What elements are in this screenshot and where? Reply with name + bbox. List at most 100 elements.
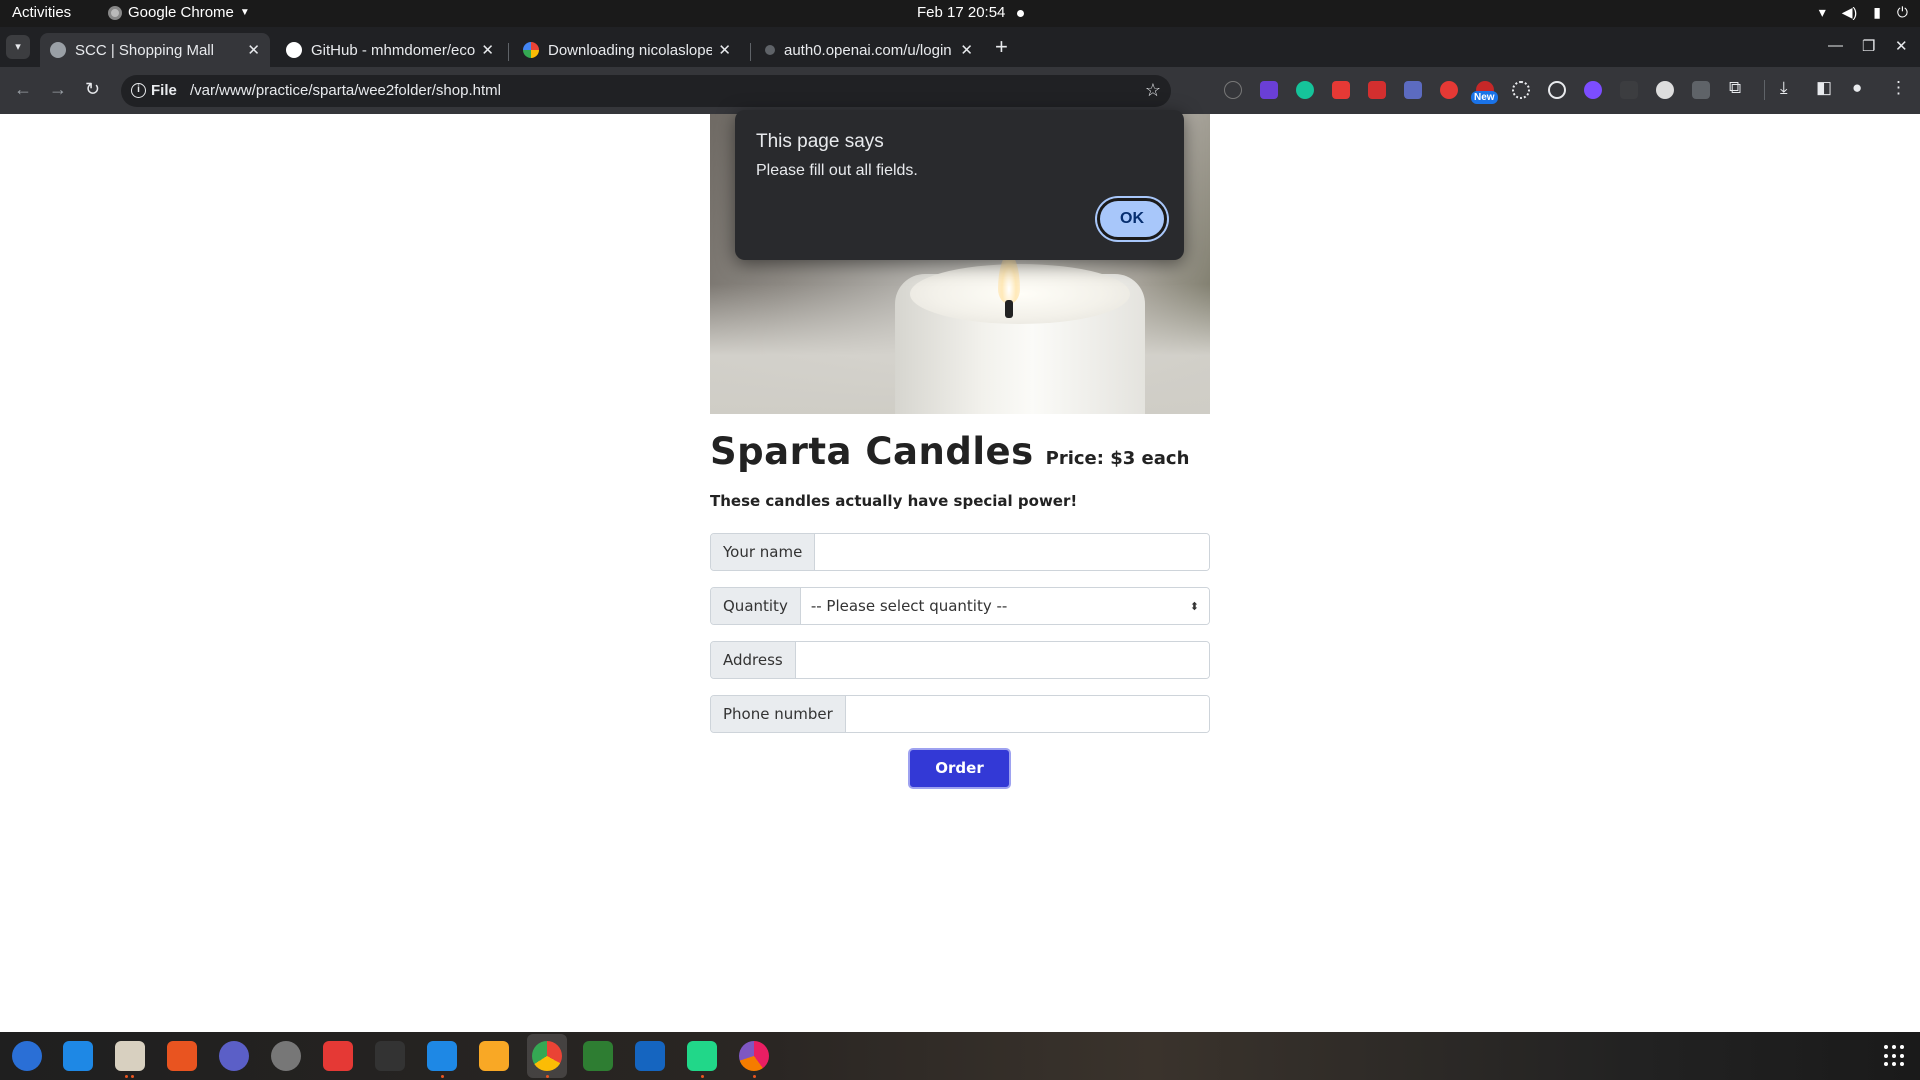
tab-strip: ▾ SCC | Shopping Mall ✕ GitHub - mhmdome…	[0, 27, 1920, 67]
vscode-icon[interactable]	[427, 1041, 457, 1071]
tab-title: SCC | Shopping Mall	[75, 41, 214, 59]
alert-ok-button[interactable]: OK	[1097, 198, 1167, 240]
name-label: Your name	[711, 534, 816, 570]
reload-icon[interactable]: ↻	[85, 79, 100, 100]
teams-icon[interactable]	[219, 1041, 249, 1071]
dbeaver-icon[interactable]	[479, 1041, 509, 1071]
address-field-group: Address	[710, 641, 1210, 679]
tab-auth0[interactable]: auth0.openai.com/u/login ✕	[755, 33, 983, 67]
terminal-icon[interactable]	[375, 1041, 405, 1071]
extension-percent-icon[interactable]	[1368, 81, 1386, 99]
info-icon[interactable]: i	[131, 83, 146, 98]
quantity-label: Quantity	[711, 588, 801, 624]
alert-message: Please fill out all fields.	[756, 162, 918, 179]
thunderbird-icon[interactable]	[12, 1041, 42, 1071]
extension-screen-icon[interactable]	[1404, 81, 1422, 99]
tab-search-button[interactable]: ▾	[6, 35, 30, 59]
close-tab-icon[interactable]: ✕	[960, 41, 973, 59]
pycharm-icon[interactable]	[687, 1041, 717, 1071]
extension-white-icon[interactable]	[1656, 81, 1674, 99]
activities-button[interactable]: Activities	[12, 4, 71, 21]
maximize-icon[interactable]: ❐	[1862, 37, 1875, 55]
chrome-dock-icon[interactable]	[532, 1041, 562, 1071]
extension-violet-icon[interactable]	[1584, 81, 1602, 99]
writer-icon[interactable]	[63, 1041, 93, 1071]
alert-title: This page says	[756, 131, 884, 152]
new-tab-button[interactable]: +	[995, 35, 1008, 59]
notification-dot-icon	[1017, 10, 1024, 17]
close-tab-icon[interactable]: ✕	[718, 41, 731, 59]
extension-target-icon[interactable]	[1548, 81, 1566, 99]
caret-down-icon: ▼	[239, 7, 250, 18]
running-dot	[546, 1075, 549, 1078]
forward-icon[interactable]: →	[49, 79, 67, 100]
app-center-icon[interactable]	[167, 1041, 197, 1071]
url-text[interactable]: /var/www/practice/sparta/wee2folder/shop…	[190, 82, 501, 99]
color-picker-icon[interactable]	[739, 1041, 769, 1071]
close-tab-icon[interactable]: ✕	[481, 41, 494, 59]
close-tab-icon[interactable]: ✕	[247, 41, 260, 59]
profile-icon[interactable]: ●	[1852, 78, 1862, 98]
name-input[interactable]	[815, 534, 1209, 570]
scheme-chip[interactable]: File	[151, 82, 177, 99]
quantity-select[interactable]: -- Please select quantity -- ⬍	[800, 588, 1209, 624]
clock[interactable]: Feb 17 20:54	[917, 4, 1005, 21]
alert-dialog: This page says Please fill out all field…	[735, 110, 1184, 260]
app-menu-label: Google Chrome	[128, 4, 234, 21]
chrome-icon	[108, 5, 122, 20]
extensions-puzzle-icon[interactable]: ⧉	[1729, 78, 1741, 98]
address-input[interactable]	[795, 642, 1209, 678]
minimize-icon[interactable]: —	[1828, 37, 1843, 54]
extension-a-icon[interactable]	[1224, 81, 1242, 99]
back-icon[interactable]: ←	[14, 79, 32, 100]
app-menu[interactable]: Google Chrome ▼	[108, 4, 250, 21]
screenshot-icon[interactable]	[635, 1041, 665, 1071]
extension-record-icon[interactable]	[1440, 81, 1458, 99]
toolbar-divider	[1764, 80, 1765, 100]
menu-kebab-icon[interactable]: ⋮	[1890, 78, 1907, 98]
globe-icon	[50, 42, 66, 58]
extension-purple-icon[interactable]	[1260, 81, 1278, 99]
system-tray[interactable]: ▾ ◀) ▮ ⏻	[1819, 4, 1908, 21]
extension-red-icon[interactable]	[1332, 81, 1350, 99]
close-window-icon[interactable]: ✕	[1895, 37, 1908, 55]
extension-dots-icon[interactable]	[1692, 81, 1710, 99]
phone-input[interactable]	[845, 696, 1209, 732]
bookmark-star-icon[interactable]: ☆	[1145, 80, 1161, 101]
quantity-selected-value: -- Please select quantity --	[810, 597, 1008, 615]
tab-shopping-mall[interactable]: SCC | Shopping Mall ✕	[40, 33, 270, 67]
grammarly-icon[interactable]	[1296, 81, 1314, 99]
title-row: Sparta Candles Price: $3 each	[710, 430, 1189, 473]
files-icon[interactable]	[115, 1041, 145, 1071]
tab-title: auth0.openai.com/u/login	[784, 41, 952, 59]
order-button[interactable]: Order	[908, 748, 1011, 789]
running-dot	[701, 1075, 704, 1078]
address-bar[interactable]: i File /var/www/practice/sparta/wee2fold…	[121, 75, 1171, 107]
select-arrows-icon: ⬍	[1189, 599, 1199, 613]
quantity-field-group: Quantity -- Please select quantity -- ⬍	[710, 587, 1210, 625]
extension-gear-icon[interactable]	[1512, 81, 1530, 99]
phone-label: Phone number	[711, 696, 846, 732]
running-dot	[131, 1075, 134, 1078]
show-apps-icon[interactable]	[1884, 1045, 1906, 1067]
tab-title: Downloading nicolaslopez	[548, 41, 713, 59]
tab-github[interactable]: GitHub - mhmdomer/ecommerce ✕	[276, 33, 504, 67]
github-icon	[286, 42, 302, 58]
battery-icon: ▮	[1873, 4, 1881, 20]
tab-title: GitHub - mhmdomer/ecommerce	[311, 41, 476, 59]
running-dot	[125, 1075, 128, 1078]
site-icon	[765, 45, 775, 55]
system-top-bar: Activities Google Chrome ▼ Feb 17 20:54 …	[0, 0, 1920, 27]
address-label: Address	[711, 642, 796, 678]
running-dot	[753, 1075, 756, 1078]
new-badge: New	[1471, 91, 1498, 104]
download-icon[interactable]: ⤓	[1780, 78, 1788, 98]
extension-dark-icon[interactable]	[1620, 81, 1638, 99]
anydesk-icon[interactable]	[323, 1041, 353, 1071]
spreadsheet-icon[interactable]	[583, 1041, 613, 1071]
tab-divider	[508, 43, 509, 61]
phone-field-group: Phone number	[710, 695, 1210, 733]
settings-icon[interactable]	[271, 1041, 301, 1071]
tab-downloading[interactable]: Downloading nicolaslopez ✕	[513, 33, 741, 67]
side-panel-icon[interactable]: ◧	[1816, 78, 1832, 98]
